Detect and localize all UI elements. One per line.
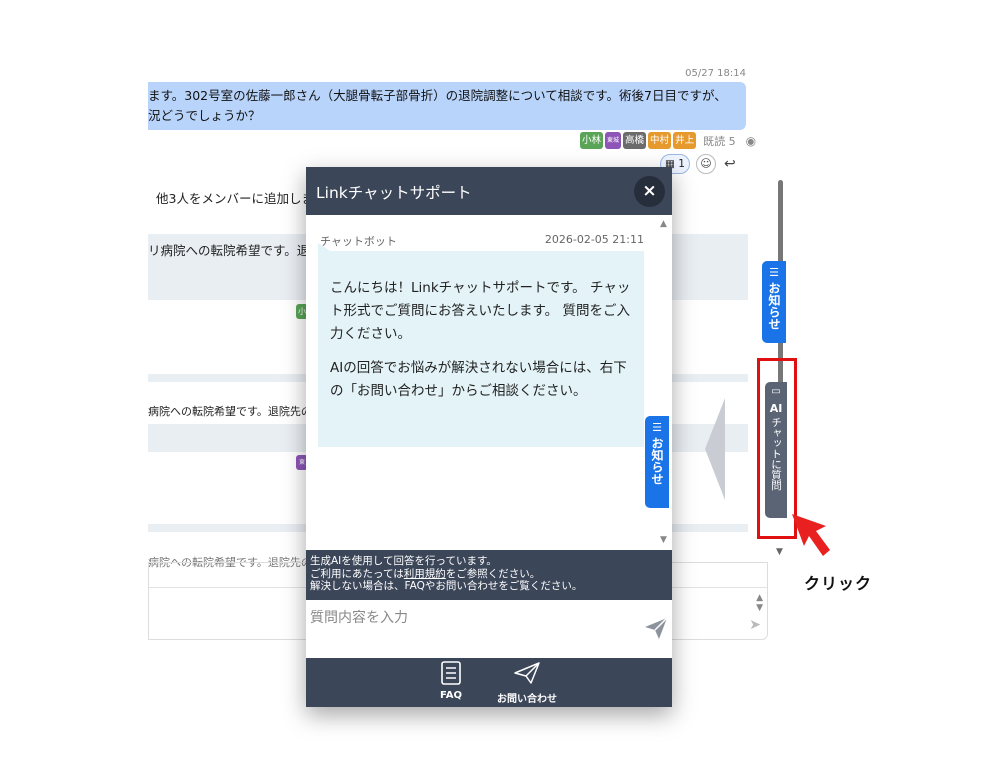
disclaimer-text: ご利用にあたっては (310, 567, 404, 580)
faq-label: FAQ (440, 690, 462, 701)
message-area[interactable]: チャットボット 2026-02-05 21:11 こんにちは！Linkチャットサ… (306, 215, 672, 550)
collapse-handle[interactable] (705, 398, 725, 500)
message-timestamp: 2026-02-05 21:11 (544, 233, 644, 246)
message-text-line: ます。302号室の佐藤一郎さん（大腿骨転子部骨折）の退院調整について相談です。術… (148, 88, 727, 103)
message-timestamp: 05/27 18:14 (685, 68, 746, 79)
bot-message-bubble: こんにちは！Linkチャットサポートです。 チャット形式でご質問にお答えいたしま… (318, 243, 644, 447)
notice-tab[interactable]: ☰ お知らせ (645, 416, 669, 508)
notice-tab-label: お知らせ (767, 282, 781, 330)
read-count[interactable]: 既読 5 (703, 133, 736, 149)
click-annotation: クリック (804, 574, 873, 593)
disclaimer-line: 解決しない場合は、FAQやお問い合わせをご覧ください。 (310, 580, 583, 592)
spin-arrows-icon[interactable]: ▲ ▼ (756, 593, 763, 613)
question-input[interactable] (310, 606, 630, 630)
paper-plane-icon (514, 662, 540, 684)
document-icon (441, 661, 461, 685)
reaction-count: 1 (678, 158, 685, 170)
add-reaction-icon[interactable]: ☺ (695, 154, 716, 174)
send-button[interactable] (644, 616, 668, 640)
bot-message-paragraph: AIの回答でお悩みが解決されない場合には、右下の「お問い合わせ」からご相談くださ… (330, 360, 627, 399)
close-button[interactable]: × (634, 176, 665, 207)
terms-link[interactable]: 利用規約 (404, 568, 446, 580)
send-icon[interactable]: ➤ (749, 617, 761, 633)
disclaimer-text: をご参照ください。 (445, 567, 541, 580)
reader-chip: 東城 (605, 132, 622, 149)
message-text-line: 況どうでしょうか？ (148, 108, 261, 123)
red-pointer-arrow-icon (792, 514, 830, 556)
reply-icon[interactable]: ↩ (724, 156, 736, 172)
disclaimer-line: 生成AIを使用して回答を行っています。 (310, 555, 497, 567)
popup-header: Linkチャットサポート × (306, 167, 672, 215)
message-bubble[interactable]: ます。302号室の佐藤一郎さん（大腿骨転子部骨折）の退院調整について相談です。術… (148, 82, 746, 130)
popup-footer: FAQ お問い合わせ (306, 658, 672, 707)
notice-tab[interactable]: ☰ お知らせ (762, 261, 786, 343)
disclaimer-line: ご利用にあたっては利用規約をご参照ください。 (310, 568, 672, 581)
scroll-down-icon[interactable]: ▼ (776, 547, 783, 557)
reader-chip: 高橋 (623, 132, 647, 149)
eye-icon[interactable]: ◉ (746, 134, 756, 148)
notice-list-icon: ☰ (769, 266, 779, 279)
ai-disclaimer: 生成AIを使用して回答を行っています。 ご利用にあたっては利用規約をご参照くださ… (306, 550, 672, 600)
reader-chip: 井上 (673, 132, 697, 149)
system-message: 他3人をメンバーに追加しま (156, 191, 314, 206)
scroll-down-icon[interactable]: ▼ (660, 535, 667, 545)
message-text: 病院への転院希望です。退院先の (148, 405, 312, 418)
read-receipts: 小林 東城 高橋 中村 井上 既読 5 ◉ (580, 132, 756, 149)
sender-name: チャットボット (320, 235, 397, 248)
screenshot-stage: 05/27 18:14 ます。302号室の佐藤一郎さん（大腿骨転子部骨折）の退院… (0, 0, 981, 783)
contact-label: お問い合わせ (497, 694, 557, 705)
contact-button[interactable]: お問い合わせ (494, 661, 560, 705)
scroll-up-icon[interactable]: ▲ (660, 219, 667, 229)
notice-tab-label: お知らせ (650, 437, 664, 485)
reader-chip: 小林 (580, 132, 604, 149)
message-text: リ病院への転院希望です。退 (148, 243, 310, 258)
faq-button[interactable]: FAQ (436, 661, 466, 705)
bot-message-paragraph: こんにちは！Linkチャットサポートです。 チャット形式でご質問にお答えいたしま… (330, 280, 631, 342)
input-area (306, 600, 672, 658)
chat-support-popup: Linkチャットサポート × チャットボット 2026-02-05 21:11 … (306, 167, 672, 707)
bubble-tail (318, 243, 330, 251)
notice-list-icon: ☰ (652, 421, 662, 434)
reader-chip: 中村 (648, 132, 672, 149)
popup-title: Linkチャットサポート (316, 184, 472, 202)
